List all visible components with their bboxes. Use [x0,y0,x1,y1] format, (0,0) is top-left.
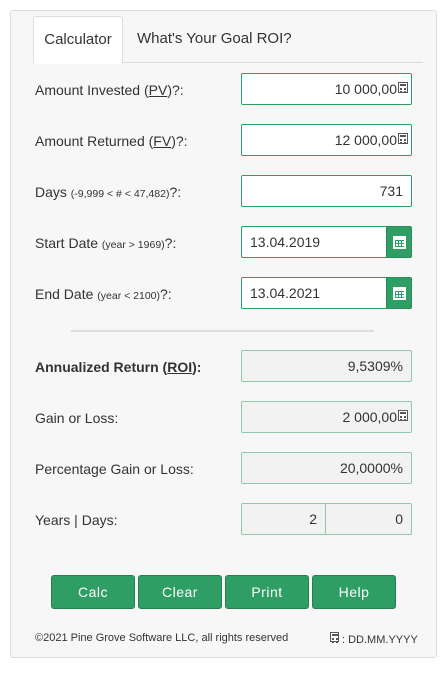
start-date-label: Start Date (year > 1969)?: [35,235,177,251]
calculator-icon[interactable] [398,410,408,421]
calculator-icon[interactable] [398,82,408,93]
days-output: 0 [325,503,412,535]
amount-returned-label: Amount Returned (FV)?: [35,133,188,149]
row-start-date: Start Date (year > 1969)?: 13.04.2019 [11,226,438,260]
tab-goal-roi[interactable]: What's Your Goal ROI? [125,16,304,64]
annualized-return-output: 9,5309% [241,350,412,382]
clear-button[interactable]: Clear [138,575,222,609]
row-years-days: Years | Days: 2 0 [11,503,438,537]
section-divider [71,330,374,332]
row-amount-invested: Amount Invested (PV)?: 10 000,00 [11,73,438,107]
end-date-label: End Date (year < 2100)?: [35,286,172,302]
years-days-label: Years | Days: [35,512,118,528]
calendar-icon [393,287,406,300]
amount-returned-input[interactable]: 12 000,00 [241,124,412,156]
end-date-picker-button[interactable] [386,277,412,309]
calc-button[interactable]: Calc [51,575,135,609]
row-percentage-gain: Percentage Gain or Loss: 20,0000% [11,452,438,486]
date-format-text: : DD.MM.YYYY [342,634,418,646]
button-bar: Calc Clear Print Help [51,575,401,609]
percentage-gain-output: 20,0000% [241,452,412,484]
row-days: Days (-9,999 < # < 47,482)?: 731 [11,175,438,209]
tab-calculator[interactable]: Calculator [33,16,123,64]
end-date-input[interactable]: 13.04.2021 [241,277,387,309]
help-button[interactable]: Help [312,575,396,609]
days-input[interactable]: 731 [241,175,412,207]
days-label: Days (-9,999 < # < 47,482)?: [35,184,182,200]
amount-invested-input[interactable]: 10 000,00 [241,73,412,105]
copyright-text: ©2021 Pine Grove Software LLC, all right… [35,632,289,644]
print-button[interactable]: Print [225,575,309,609]
calculator-icon[interactable] [398,133,408,144]
calculator-icon [330,632,339,642]
row-amount-returned: Amount Returned (FV)?: 12 000,00 [11,124,438,158]
annualized-return-label: Annualized Return (ROI): [35,359,202,375]
amount-invested-label: Amount Invested (PV)?: [35,82,184,98]
calculator-panel: Calculator What's Your Goal ROI? Amount … [10,10,437,658]
gain-loss-label: Gain or Loss: [35,410,119,426]
years-output: 2 [241,503,326,535]
row-gain-loss: Gain or Loss: 2 000,00 [11,401,438,435]
gain-loss-output: 2 000,00 [241,401,412,433]
percentage-gain-label: Percentage Gain or Loss: [35,461,194,477]
calendar-icon [393,236,406,249]
start-date-input[interactable]: 13.04.2019 [241,226,387,258]
row-annualized-return: Annualized Return (ROI): 9,5309% [11,350,438,384]
start-date-picker-button[interactable] [386,226,412,258]
date-format-indicator[interactable]: : DD.MM.YYYY [329,632,418,646]
row-end-date: End Date (year < 2100)?: 13.04.2021 [11,277,438,311]
tab-bar: Calculator What's Your Goal ROI? [33,16,423,64]
